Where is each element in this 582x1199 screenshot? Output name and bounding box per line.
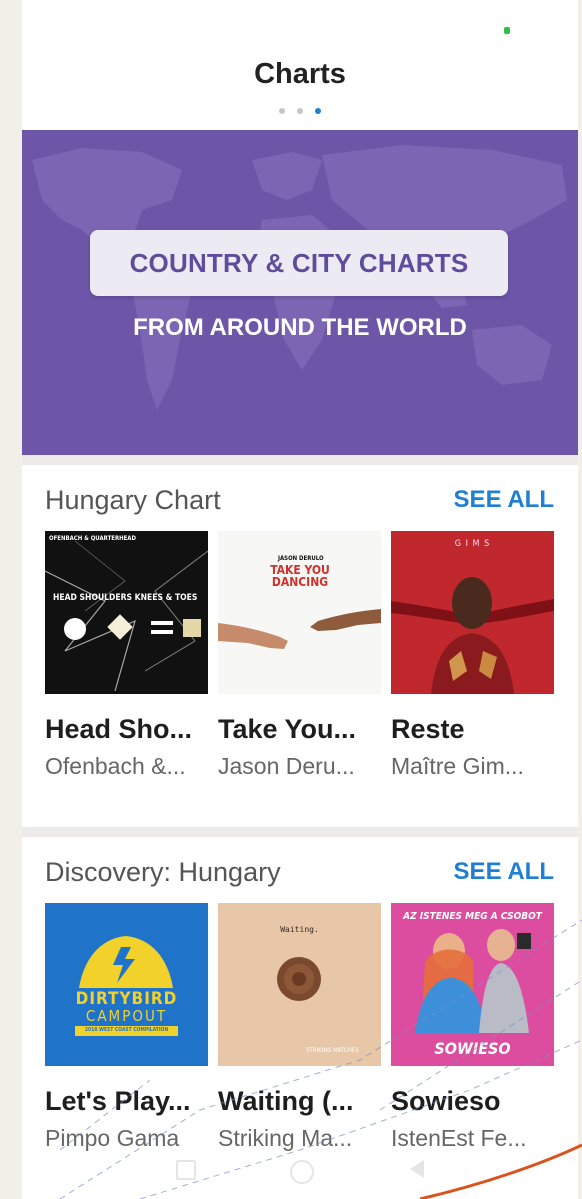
track-artist: Ofenbach &... bbox=[45, 753, 186, 779]
track-title: Sowieso bbox=[391, 1086, 501, 1116]
track-artist: IstenEst Fe... bbox=[391, 1125, 527, 1151]
nav-home-button[interactable] bbox=[290, 1160, 314, 1184]
header: Charts bbox=[22, 0, 578, 130]
track-title: Head Sho... bbox=[45, 714, 193, 744]
see-all-button[interactable]: SEE ALL bbox=[454, 486, 554, 514]
chart-item[interactable]: Waiting. STRIKING MATCHES Waiting (... S… bbox=[218, 903, 381, 1152]
track-artist: Jason Deru... bbox=[218, 753, 355, 779]
page-title: Charts bbox=[254, 58, 346, 90]
art-artist-text: G I M S bbox=[454, 539, 491, 549]
section-title: Discovery: Hungary bbox=[45, 857, 281, 887]
art-subtitle-text: CAMPOUT bbox=[85, 1007, 168, 1025]
album-art[interactable]: JASON DERULO TAKE YOU DANCING bbox=[218, 531, 381, 694]
track-artist: Maître Gim... bbox=[391, 753, 524, 779]
art-title-text: TAKE YOU DANCING bbox=[270, 563, 330, 589]
art-artist-text: JASON DERULO bbox=[278, 555, 324, 562]
track-title: Waiting (... bbox=[218, 1086, 354, 1116]
album-art-graphic bbox=[45, 540, 208, 692]
art-title-text: HEAD SHOULDERS KNEES & TOES bbox=[53, 593, 198, 603]
page-dot[interactable] bbox=[297, 108, 303, 114]
track-artist: Striking Ma... bbox=[218, 1125, 353, 1151]
track-title: Let's Play... bbox=[45, 1086, 191, 1116]
album-art[interactable]: G I M S bbox=[391, 531, 554, 694]
art-title-text: DIRTYBIRD bbox=[75, 989, 178, 1009]
section-divider bbox=[22, 455, 578, 465]
banner-headline: COUNTRY & CITY CHARTS bbox=[129, 247, 469, 278]
nav-recents-button[interactable] bbox=[176, 1160, 196, 1180]
hungary-chart-section: Hungary Chart SEE ALL OFENBACH & QUARTER… bbox=[22, 465, 578, 827]
see-all-button[interactable]: SEE ALL bbox=[454, 858, 554, 886]
chart-item[interactable]: G I M S Reste Maître Gim... bbox=[391, 531, 554, 780]
page-dot[interactable] bbox=[279, 108, 285, 114]
status-indicator bbox=[504, 27, 510, 34]
country-city-charts-banner[interactable]: COUNTRY & CITY CHARTS FROM AROUND THE WO… bbox=[22, 130, 578, 455]
art-title-text: Waiting. bbox=[280, 925, 319, 934]
section-title: Hungary Chart bbox=[45, 485, 221, 515]
album-art-graphic bbox=[45, 903, 208, 1066]
album-art[interactable]: DIRTYBIRD CAMPOUT 2018 WEST COAST COMPIL… bbox=[45, 903, 208, 1066]
section-divider bbox=[22, 827, 578, 837]
art-caption-text: 2018 WEST COAST COMPILATION bbox=[84, 1027, 169, 1033]
art-artist-text: OFENBACH & QUARTERHEAD bbox=[49, 535, 136, 542]
art-artist-text: STRIKING MATCHES bbox=[306, 1047, 359, 1054]
banner-subline: FROM AROUND THE WORLD bbox=[133, 314, 467, 341]
chart-item[interactable]: OFENBACH & QUARTERHEAD HEAD SHOULDERS KN… bbox=[45, 531, 208, 780]
charts-screen: Charts COUNTRY & CITY CHARTS FROM AROUND… bbox=[22, 0, 578, 1199]
banner-headline-pill: COUNTRY & CITY CHARTS bbox=[90, 230, 508, 296]
nav-back-button[interactable] bbox=[410, 1160, 424, 1178]
track-title: Reste bbox=[391, 714, 465, 744]
album-art[interactable]: OFENBACH & QUARTERHEAD HEAD SHOULDERS KN… bbox=[45, 531, 208, 694]
chart-item[interactable]: JASON DERULO TAKE YOU DANCING Take You..… bbox=[218, 531, 381, 780]
art-artist-text: AZ ISTENES MEG A CSOBOT bbox=[403, 911, 542, 922]
discovery-hungary-section: Discovery: Hungary SEE ALL DIRTYBIRD CAM… bbox=[22, 837, 578, 1199]
album-art-graphic bbox=[391, 531, 554, 694]
page-indicator[interactable] bbox=[279, 108, 321, 114]
chart-item[interactable]: DIRTYBIRD CAMPOUT 2018 WEST COAST COMPIL… bbox=[45, 903, 208, 1152]
album-art[interactable]: AZ ISTENES MEG A CSOBOT SOWIESO bbox=[391, 903, 554, 1066]
chart-item[interactable]: AZ ISTENES MEG A CSOBOT SOWIESO Sowieso … bbox=[391, 903, 554, 1152]
art-title-text: SOWIESO bbox=[434, 1039, 511, 1058]
album-art[interactable]: Waiting. STRIKING MATCHES bbox=[218, 903, 381, 1066]
track-artist: Pimpo Gama bbox=[45, 1125, 180, 1151]
page-dot-active[interactable] bbox=[315, 108, 321, 114]
track-title: Take You... bbox=[218, 714, 357, 744]
